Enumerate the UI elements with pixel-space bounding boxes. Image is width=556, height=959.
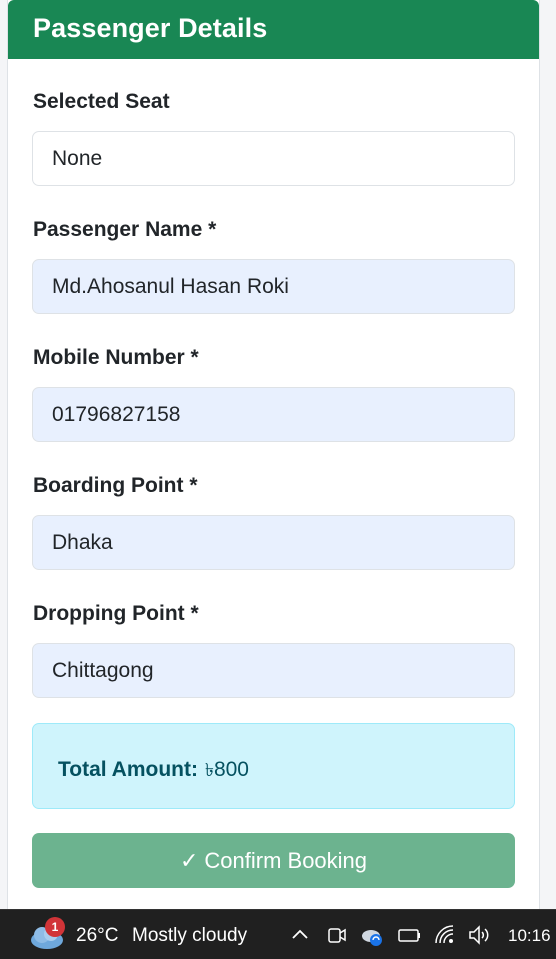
selected-seat-label: Selected Seat [33, 90, 170, 113]
onedrive-sync-icon[interactable] [360, 923, 384, 947]
confirm-booking-button[interactable]: ✓ Confirm Booking [32, 833, 515, 888]
check-icon: ✓ [179, 847, 199, 873]
windows-taskbar: 1 26°C Mostly cloudy 10:16 [0, 909, 556, 959]
total-amount-label: Total Amount: [58, 758, 198, 781]
boarding-point-label: Boarding Point * [33, 474, 198, 497]
wifi-icon[interactable] [433, 923, 457, 947]
card-header: Passenger Details [8, 0, 539, 59]
confirm-booking-label: Confirm Booking [204, 847, 368, 873]
passenger-name-label: Passenger Name * [33, 218, 217, 241]
page-title: Passenger Details [33, 13, 268, 43]
selected-seat-field[interactable] [32, 131, 515, 186]
total-amount-value: 800 [213, 758, 249, 781]
mobile-number-label: Mobile Number * [33, 346, 199, 369]
mobile-number-field[interactable] [32, 387, 515, 442]
weather-temperature[interactable]: 26°C [76, 925, 118, 947]
weather-condition[interactable]: Mostly cloudy [132, 925, 247, 947]
chevron-up-icon[interactable] [288, 923, 312, 947]
currency-symbol: ৳ [204, 760, 214, 781]
battery-icon[interactable] [397, 923, 421, 947]
dropping-point-field[interactable] [32, 643, 515, 698]
taskbar-clock[interactable]: 10:16 [508, 926, 551, 946]
notification-badge: 1 [45, 917, 65, 937]
passenger-details-card: Passenger Details Selected Seat Passenge… [7, 0, 540, 909]
camera-in-use-icon[interactable] [325, 923, 349, 947]
volume-icon[interactable] [467, 923, 491, 947]
total-amount-alert: Total Amount: ৳ 800 [32, 723, 515, 809]
boarding-point-field[interactable] [32, 515, 515, 570]
passenger-name-field[interactable] [32, 259, 515, 314]
dropping-point-label: Dropping Point * [33, 602, 199, 625]
